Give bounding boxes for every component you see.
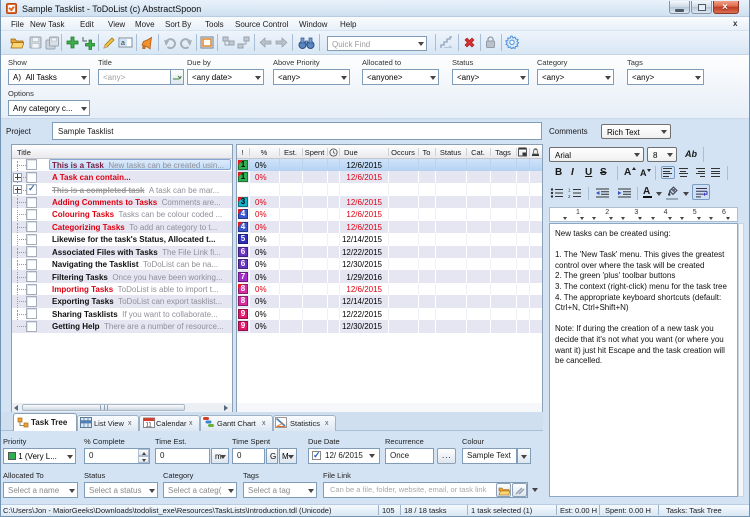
- svg-text:a: a: [121, 40, 125, 47]
- svg-text:1: 1: [568, 188, 571, 193]
- svg-text:2: 2: [568, 194, 571, 199]
- svg-text:11: 11: [146, 423, 153, 429]
